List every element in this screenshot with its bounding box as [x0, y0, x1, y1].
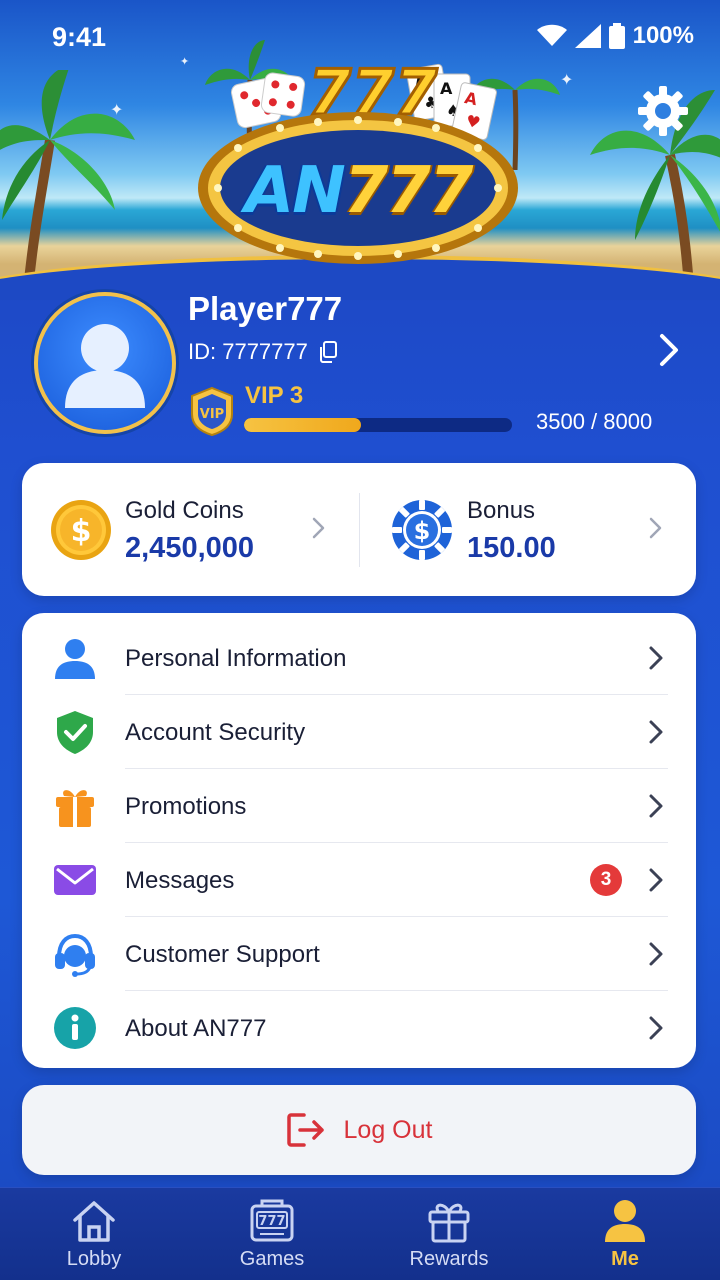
- gift-icon: [428, 1203, 470, 1243]
- menu-item-label: Promotions: [125, 793, 247, 820]
- menu-item-label: Account Security: [125, 719, 306, 746]
- chevron-right-icon: [649, 1016, 663, 1040]
- avatar[interactable]: [34, 292, 176, 434]
- signal-icon: [574, 24, 601, 48]
- vip-level: VIP 3: [245, 382, 304, 409]
- sparkle-icon: ✦: [560, 72, 574, 89]
- chevron-right-icon: [649, 517, 662, 539]
- nav-label: Rewards: [409, 1248, 489, 1270]
- logo-prefix: AN: [244, 154, 346, 228]
- nav-tab-rewards[interactable]: Rewards: [379, 1188, 519, 1280]
- logout-label: Log Out: [343, 1115, 433, 1144]
- shield-check-icon: [57, 711, 93, 754]
- logo-suffix: 777: [343, 154, 474, 228]
- account-menu: Personal Information Account Security Pr…: [22, 613, 696, 1068]
- logo-wordmark: AN777: [190, 154, 526, 228]
- menu-item-label: Personal Information: [125, 645, 347, 672]
- logout-button[interactable]: Log Out: [22, 1085, 696, 1175]
- person-icon: [55, 639, 95, 679]
- wifi-icon: [536, 24, 567, 46]
- nav-label: Lobby: [66, 1248, 122, 1270]
- vip-badge-icon: VIP: [191, 386, 233, 436]
- menu-item-label: Messages: [125, 867, 235, 894]
- headset-icon: [55, 933, 95, 977]
- menu-item-messages[interactable]: Messages 3: [22, 843, 696, 917]
- bonus-balance[interactable]: $ Bonus 150.00: [359, 463, 696, 596]
- battery-icon: [608, 23, 625, 49]
- profile-chevron-right-icon[interactable]: [650, 330, 686, 370]
- mail-icon: [54, 865, 96, 895]
- menu-item-account-security[interactable]: Account Security: [22, 695, 696, 769]
- user-avatar-icon: [65, 324, 145, 408]
- svg-text:$: $: [71, 514, 92, 549]
- gold-coin-icon: $: [51, 500, 111, 560]
- vip-progress-fill: [244, 418, 362, 432]
- gold-coins-value: 2,450,000: [125, 532, 255, 564]
- logout-content: Log Out: [22, 1085, 696, 1175]
- menu-item-personal-information[interactable]: Personal Information: [22, 621, 696, 695]
- logout-icon: [286, 1113, 324, 1147]
- svg-text:A: A: [440, 79, 453, 98]
- gold-coins-title: Gold Coins: [125, 497, 244, 524]
- chevron-right-icon: [649, 646, 663, 670]
- user-icon: [605, 1200, 645, 1242]
- home-icon: [73, 1201, 115, 1242]
- player-id: ID: 7777777: [188, 339, 308, 364]
- player-id-row: ID: 7777777: [188, 339, 338, 365]
- bonus-value: 150.00: [467, 532, 556, 564]
- player-name: Player777: [188, 290, 343, 327]
- slot-machine-icon: 777: [250, 1199, 294, 1242]
- vip-badge-text: VIP: [200, 407, 224, 422]
- bonus-title: Bonus: [467, 497, 536, 524]
- brand-logo: A ♣ A ♠ A ♥ 777 AN777: [190, 36, 526, 272]
- chevron-right-icon: [312, 517, 325, 539]
- nav-label: Games: [239, 1248, 305, 1270]
- nav-label: Me: [611, 1248, 639, 1270]
- gift-icon: [56, 790, 94, 827]
- unread-count-badge: 3: [590, 864, 622, 896]
- battery-percent: 100%: [632, 22, 694, 49]
- svg-text:777: 777: [258, 1214, 285, 1229]
- palm-tree-left: [0, 70, 135, 290]
- copy-icon[interactable]: [318, 341, 338, 363]
- vip-progress-bar: [244, 418, 512, 432]
- bonus-chip-icon: $: [392, 500, 452, 560]
- svg-text:$: $: [414, 517, 431, 545]
- nav-tab-me[interactable]: Me: [555, 1188, 695, 1280]
- menu-item-customer-support[interactable]: Customer Support: [22, 917, 696, 991]
- bottom-navigation: Lobby 777 Games Rewards Me: [0, 1187, 720, 1280]
- settings-gear-icon[interactable]: [636, 84, 690, 138]
- status-indicators: 100%: [536, 22, 694, 50]
- nav-tab-lobby[interactable]: Lobby: [24, 1188, 164, 1280]
- chevron-right-icon: [649, 868, 663, 892]
- gold-coins-balance[interactable]: $ Gold Coins 2,450,000: [22, 463, 359, 596]
- chevron-right-icon: [649, 942, 663, 966]
- chevron-right-icon: [649, 794, 663, 818]
- menu-item-label: About AN777: [125, 1015, 267, 1042]
- vip-progress-text: 3500 / 8000: [536, 409, 653, 434]
- wallet-card: $ Gold Coins 2,450,000 $ Bonus 150.00: [22, 463, 696, 596]
- profile-screen: ✦ ✦ ✦ ✦: [0, 0, 720, 1280]
- status-time: 9:41: [52, 22, 107, 52]
- chevron-right-icon: [649, 720, 663, 744]
- menu-item-label: Customer Support: [125, 941, 320, 968]
- info-icon: [54, 1007, 96, 1049]
- menu-item-about[interactable]: About AN777: [22, 991, 696, 1065]
- nav-tab-games[interactable]: 777 Games: [202, 1188, 342, 1280]
- menu-item-promotions[interactable]: Promotions: [22, 769, 696, 843]
